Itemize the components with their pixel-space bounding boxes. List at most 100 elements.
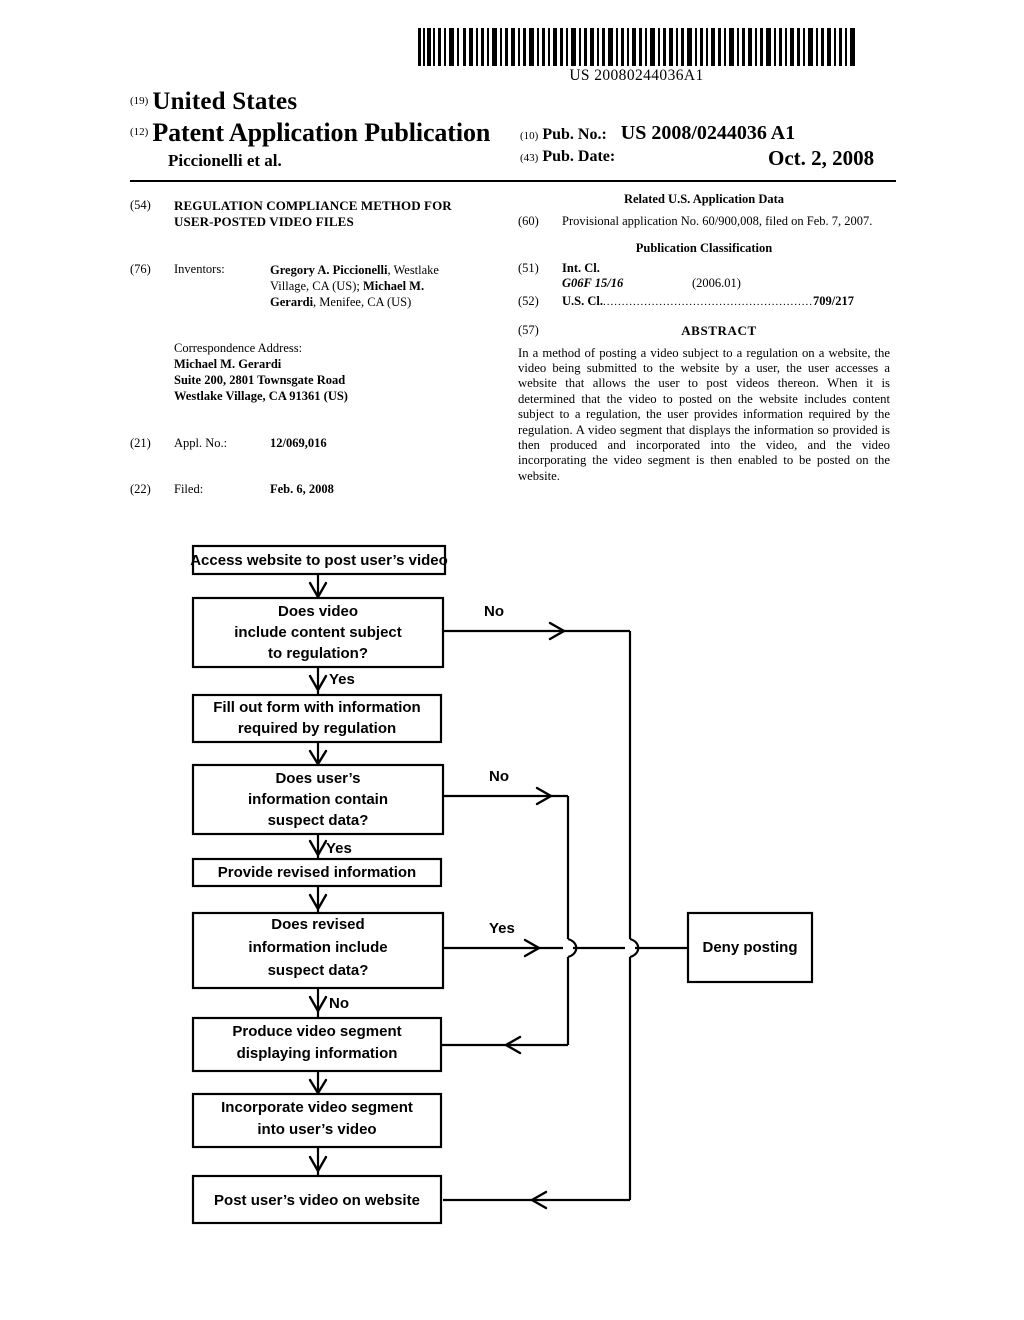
inventor-1-loc: , Westlake <box>387 263 439 277</box>
doc-type-line: (12) Patent Application Publication <box>130 118 490 148</box>
pub-date-label: Pub. Date: <box>542 148 616 165</box>
invention-title-line2: USER-POSTED VIDEO FILES <box>174 214 354 229</box>
masthead: (19) United States (12) Patent Applicati… <box>130 88 896 178</box>
publication-classification-heading: Publication Classification <box>635 241 773 255</box>
applicant-name: Piccionelli et al. <box>168 151 282 170</box>
inid-43: (43) <box>520 152 539 164</box>
flow-edge-label-yes-3: Yes <box>489 920 515 937</box>
barcode <box>418 28 855 66</box>
correspondence-line-1: Michael M. Gerardi <box>174 357 282 371</box>
bibliographic-left-column: (54) REGULATION COMPLIANCE METHOD FOR US… <box>130 198 500 497</box>
flow-label-fill-form-1: Fill out form with information <box>213 699 420 716</box>
flow-label-access: Access website to post user’s video <box>190 552 448 569</box>
correspondence-address: Correspondence Address: Michael M. Gerar… <box>174 340 500 404</box>
application-number-value: 12/069,016 <box>270 436 327 450</box>
flow-node-revised-info <box>191 857 443 888</box>
pub-date-row: (43) Pub. Date: Oct. 2, 2008 <box>520 146 874 170</box>
inventor-2-name-part1: Michael M. <box>363 279 425 293</box>
flow-label-deny: Deny posting <box>702 939 797 956</box>
arrowhead-no-1 <box>548 621 567 641</box>
flow-label-does-video-3: to regulation? <box>268 645 368 662</box>
flow-node-user-info <box>191 763 445 836</box>
flow-node-produce <box>191 1016 443 1073</box>
invention-title-line1: REGULATION COMPLIANCE METHOD FOR <box>174 198 452 213</box>
barcode-svg <box>418 28 855 66</box>
arrowhead-no-2 <box>535 786 554 806</box>
us-cl-field: (52) U.S. Cl............................… <box>518 294 890 311</box>
inid-19: (19) <box>130 95 149 107</box>
flow-hop-no2-over-yes <box>567 937 578 959</box>
inid-54: (54) <box>130 198 151 212</box>
flow-edge-label-no-1: No <box>484 603 504 620</box>
inventor-2-name-part2: Gerardi <box>270 295 314 309</box>
filing-date-value: Feb. 6, 2008 <box>270 481 334 496</box>
inventors-field: (76) Inventors: Gregory A. Piccionelli, … <box>130 262 500 310</box>
us-cl-dots: ........................................… <box>602 295 813 308</box>
us-cl-label: U.S. Cl. <box>562 293 603 308</box>
inid-76: (76) <box>130 262 151 276</box>
int-cl-body: Int. Cl. G06F 15/16 (2006.01) <box>562 261 890 292</box>
flow-label-does-revised-1: Does revised <box>271 916 364 933</box>
flow-label-does-video-1: Does video <box>278 603 358 620</box>
arrowhead-access-to-does-video <box>308 581 328 600</box>
flow-label-does-video-2: include content subject <box>234 624 402 641</box>
abstract-header: (57) ABSTRACT <box>518 323 890 339</box>
flow-label-revised-info: Provide revised information <box>218 864 416 881</box>
application-number-field: (21) Appl. No.: 12/069,016 <box>130 436 500 452</box>
inid-51: (51) <box>518 260 539 275</box>
correspondence-line-2: Suite 200, 2801 Townsgate Road <box>174 373 346 387</box>
arrowhead-revised-to-does-revised <box>308 893 328 912</box>
flow-label-produce-1: Produce video segment <box>232 1023 401 1040</box>
pub-no-value: US 2008/0244036 A1 <box>620 122 796 144</box>
correspondence-heading: Correspondence Address: <box>174 341 303 355</box>
country-name: United States <box>152 88 298 115</box>
inid-12: (12) <box>130 126 149 138</box>
barcode-number: US 20080244036A1 <box>569 67 704 84</box>
doc-type-name: Patent Application Publication <box>152 118 491 147</box>
flow-label-user-info-1: Does user’s <box>275 770 360 787</box>
inid-21: (21) <box>130 436 151 450</box>
flow-edge-label-yes-1: Yes <box>329 671 355 688</box>
flow-node-fill-form <box>191 693 443 744</box>
flow-node-access <box>191 544 447 576</box>
us-cl-body: U.S. Cl.................................… <box>562 294 890 311</box>
flow-label-produce-2: displaying information <box>237 1045 398 1062</box>
inid-52: (52) <box>518 293 539 308</box>
abstract-text: In a method of posting a video subject t… <box>518 345 890 483</box>
pub-no-label: Pub. No.: <box>542 126 607 143</box>
filing-date-label: Filed: <box>174 481 204 496</box>
flow-edge-label-yes-2: Yes <box>326 840 352 857</box>
related-application-text: Provisional application No. 60/900,008, … <box>562 213 873 228</box>
filing-date-field: (22) Filed: Feb. 6, 2008 <box>130 482 500 498</box>
pub-no-row: (10) Pub. No.: US 2008/0244036 A1 <box>520 122 795 145</box>
flow-label-incorporate-2: into user’s video <box>257 1121 376 1138</box>
int-cl-code: G06F 15/16 <box>562 276 624 290</box>
flow-label-post: Post user’s video on website <box>214 1192 420 1209</box>
inid-22: (22) <box>130 481 151 496</box>
int-cl-field: (51) Int. Cl. G06F 15/16 (2006.01) <box>518 261 890 292</box>
int-cl-label: Int. Cl. <box>562 260 600 275</box>
flow-node-does-revised <box>191 911 445 990</box>
flow-label-incorporate-1: Incorporate video segment <box>221 1099 413 1116</box>
int-cl-line: G06F 15/16 (2006.01) <box>562 276 890 292</box>
pub-date-value: Oct. 2, 2008 <box>768 146 875 170</box>
arrowhead-no-2-into-produce <box>503 1035 522 1055</box>
bibliographic-right-column: Related U.S. Application Data (60) Provi… <box>518 192 890 484</box>
flow-node-post <box>191 1174 443 1225</box>
flow-label-does-revised-2: information include <box>248 939 387 956</box>
flow-hop-no1-over-yes <box>629 937 640 959</box>
arrowhead-does-video-yes <box>308 674 328 693</box>
arrowhead-incorporate-to-post <box>308 1155 328 1174</box>
flow-edge-label-no-3: No <box>329 995 349 1012</box>
inventor-1-name: Gregory A. Piccionelli <box>270 263 388 277</box>
arrowhead-yes-3 <box>523 938 542 958</box>
flow-node-does-video <box>191 596 445 669</box>
country-line: (19) United States <box>130 88 297 116</box>
flow-edge-label-no-2: No <box>489 768 509 785</box>
flow-label-does-revised-3: suspect data? <box>268 962 369 979</box>
arrowhead-user-info-yes <box>308 839 328 858</box>
int-cl-version: (2006.01) <box>692 276 741 290</box>
inventor-1-loc-cont: Village, CA (US); <box>270 279 363 293</box>
correspondence-line-3: Westlake Village, CA 91361 (US) <box>174 389 348 403</box>
flow-label-user-info-3: suspect data? <box>268 812 369 829</box>
